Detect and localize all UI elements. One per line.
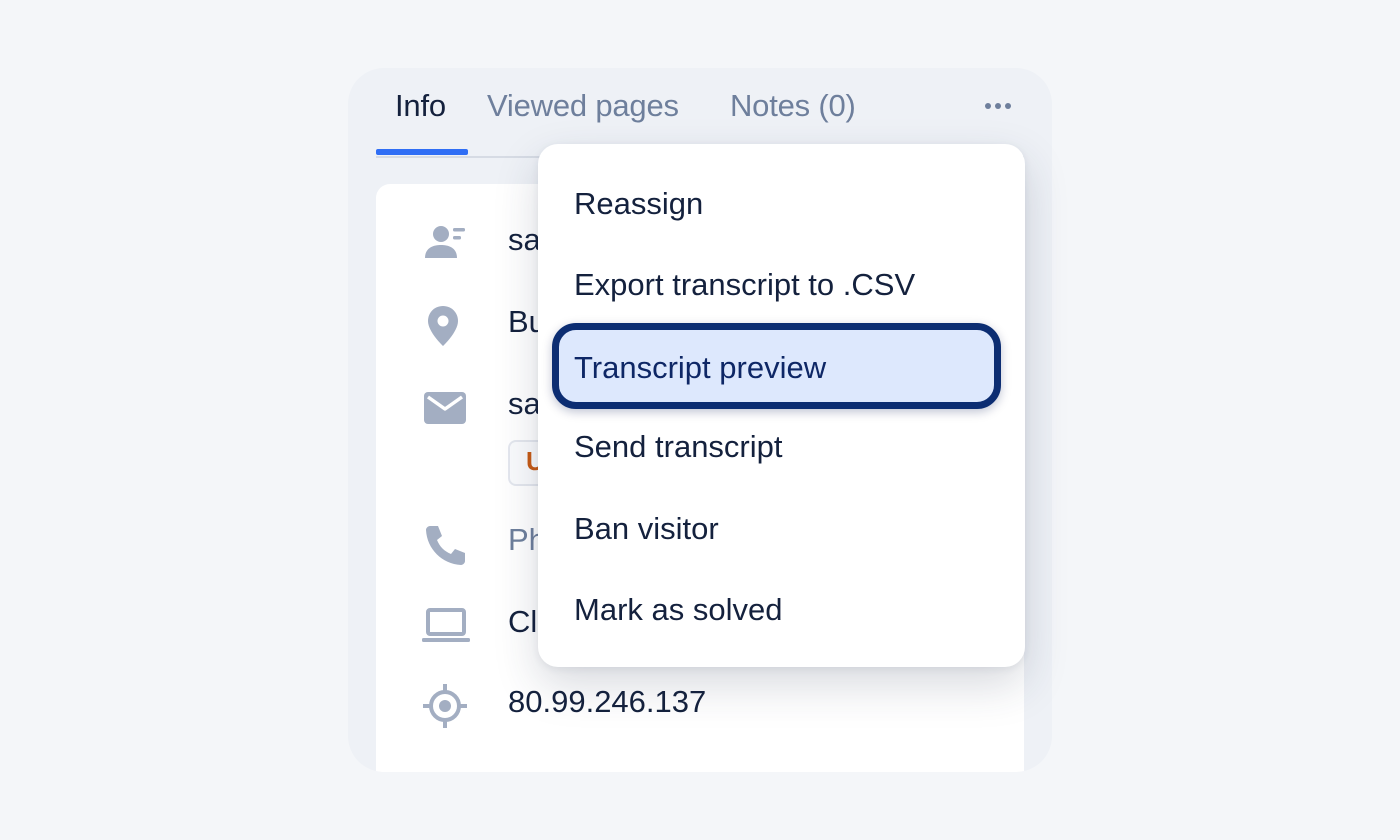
menu-item-send-transcript[interactable]: Send transcript xyxy=(538,411,1025,483)
menu-item-reassign[interactable]: Reassign xyxy=(538,168,1025,240)
more-options-menu: Reassign Export transcript to .CSV Trans… xyxy=(538,144,1025,667)
target-icon xyxy=(423,684,467,728)
visitor-tags-row xyxy=(376,756,1024,772)
visitor-name: sa xyxy=(508,222,541,257)
visitor-ip: 80.99.246.137 xyxy=(508,684,707,719)
menu-item-ban-visitor[interactable]: Ban visitor xyxy=(538,493,1025,565)
menu-item-export-transcript-csv[interactable]: Export transcript to .CSV xyxy=(538,249,1025,321)
tab-info[interactable]: Info xyxy=(395,88,446,124)
menu-item-mark-as-solved[interactable]: Mark as solved xyxy=(538,574,1025,646)
visitor-ip-row: 80.99.246.137 xyxy=(376,674,1024,734)
map-pin-icon xyxy=(428,306,458,346)
tab-viewed-pages[interactable]: Viewed pages xyxy=(487,88,679,124)
contact-card-icon xyxy=(425,226,465,258)
more-horizontal-icon xyxy=(985,103,991,109)
laptop-icon xyxy=(422,608,470,642)
tab-notes[interactable]: Notes (0) xyxy=(730,88,856,124)
more-options-button[interactable] xyxy=(978,92,1018,120)
menu-item-transcript-preview[interactable]: Transcript preview xyxy=(552,323,1001,409)
visitor-browser: Cl xyxy=(508,604,538,639)
tag-icon xyxy=(422,766,470,772)
visitor-email: sa xyxy=(508,386,541,421)
phone-icon xyxy=(426,526,465,565)
envelope-icon xyxy=(424,392,466,424)
active-tab-indicator xyxy=(376,149,468,155)
